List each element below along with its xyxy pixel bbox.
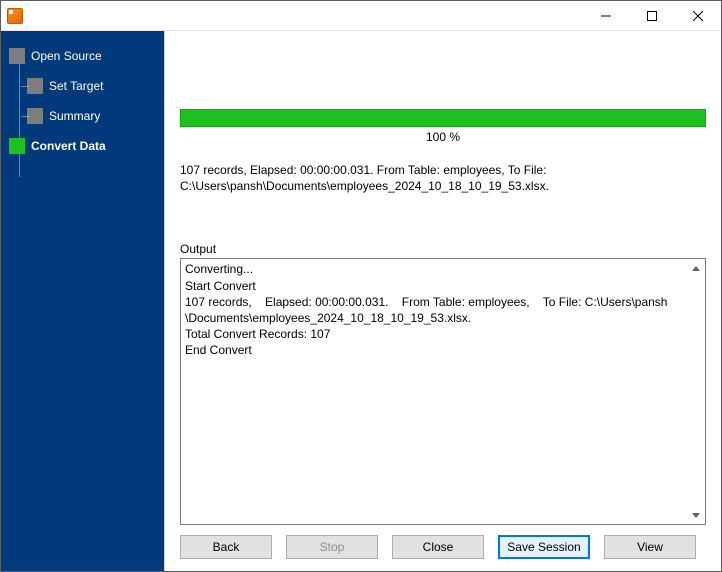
- scroll-up-icon[interactable]: [689, 261, 703, 275]
- close-button[interactable]: Close: [392, 535, 484, 559]
- sidebar-item-label: Set Target: [49, 79, 103, 93]
- scroll-down-icon[interactable]: [689, 508, 703, 522]
- output-section: Output Converting... Start Convert 107 r…: [180, 242, 706, 525]
- step-icon: [9, 48, 25, 64]
- sidebar-item-label: Summary: [49, 109, 100, 123]
- progress-percent-label: 100 %: [180, 130, 706, 144]
- minimize-button[interactable]: [583, 1, 629, 30]
- output-text: Converting... Start Convert 107 records,…: [185, 261, 687, 358]
- status-line: C:\Users\pansh\Documents\employees_2024_…: [180, 178, 706, 194]
- sidebar-item-label: Convert Data: [31, 139, 106, 153]
- app-window: Open Source Set Target Summary Convert D…: [0, 0, 722, 572]
- step-icon: [27, 108, 43, 124]
- window-controls: [583, 1, 721, 30]
- sidebar-item-convert-data[interactable]: Convert Data: [9, 131, 160, 161]
- step-icon: [27, 78, 43, 94]
- sidebar-item-open-source[interactable]: Open Source: [9, 41, 160, 71]
- app-icon: [7, 8, 23, 24]
- status-text: 107 records, Elapsed: 00:00:00.031. From…: [180, 162, 706, 194]
- body: Open Source Set Target Summary Convert D…: [1, 31, 721, 571]
- output-label: Output: [180, 242, 706, 256]
- status-line: 107 records, Elapsed: 00:00:00.031. From…: [180, 162, 706, 178]
- main-panel: 100 % 107 records, Elapsed: 00:00:00.031…: [164, 31, 721, 571]
- sidebar-item-summary[interactable]: Summary: [27, 101, 160, 131]
- maximize-button[interactable]: [629, 1, 675, 30]
- progress-section: 100 %: [180, 109, 706, 144]
- progress-bar: [180, 109, 706, 127]
- back-button[interactable]: Back: [180, 535, 272, 559]
- sidebar-item-set-target[interactable]: Set Target: [27, 71, 160, 101]
- sidebar-item-label: Open Source: [31, 49, 102, 63]
- output-textarea[interactable]: Converting... Start Convert 107 records,…: [180, 258, 706, 525]
- close-window-button[interactable]: [675, 1, 721, 30]
- titlebar: [1, 1, 721, 31]
- sidebar: Open Source Set Target Summary Convert D…: [1, 31, 164, 571]
- step-icon: [9, 138, 25, 154]
- button-row: Back Stop Close Save Session View: [180, 525, 706, 571]
- stop-button: Stop: [286, 535, 378, 559]
- titlebar-left: [1, 8, 29, 24]
- view-button[interactable]: View: [604, 535, 696, 559]
- save-session-button[interactable]: Save Session: [498, 535, 590, 559]
